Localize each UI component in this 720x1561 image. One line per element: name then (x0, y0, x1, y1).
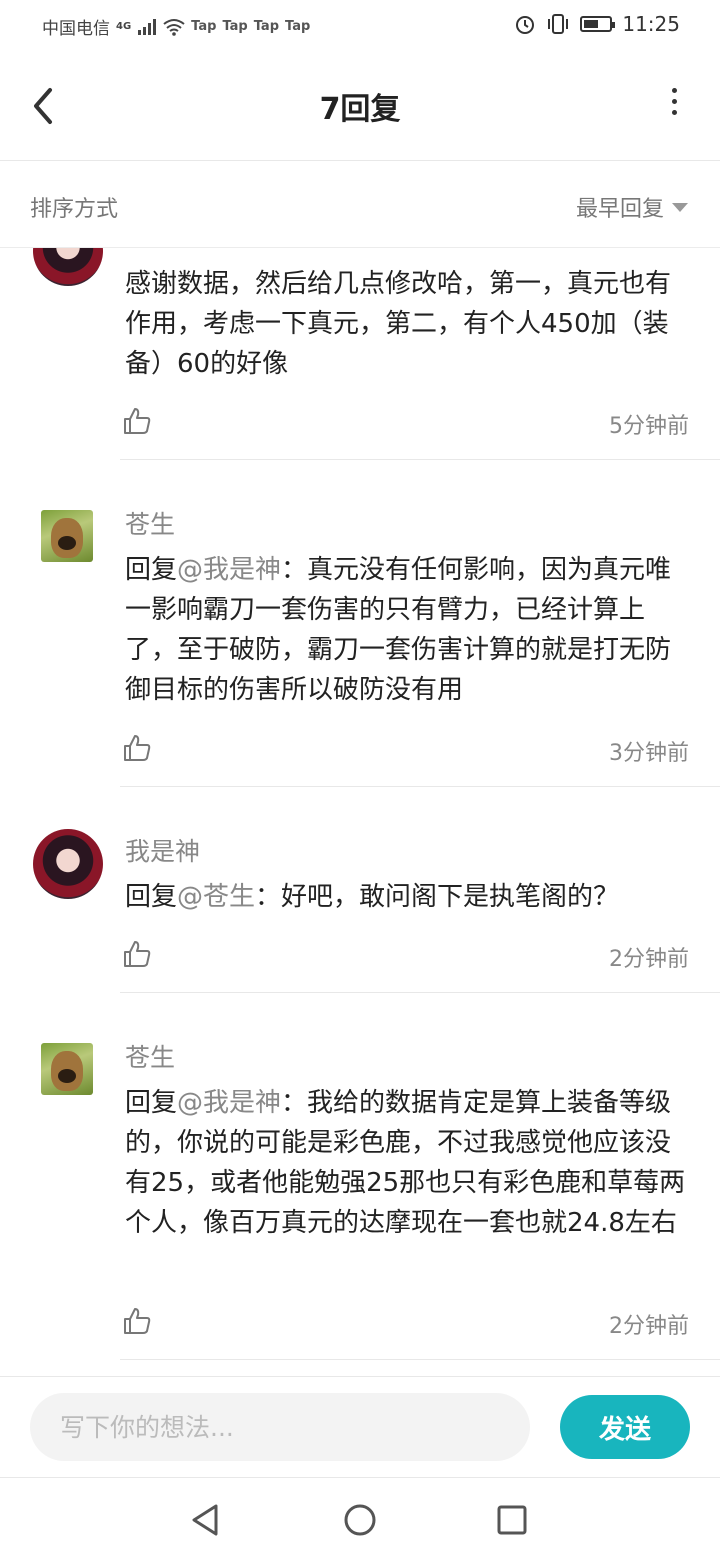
circle-home-icon[interactable] (340, 1500, 380, 1540)
reply-text: 回复@我是神：真元没有任何影响，因为真元唯一影响霸刀一套伤害的只有臂力，已经计算… (125, 550, 691, 710)
reply-mention[interactable]: @我是神 (177, 1088, 281, 1118)
sort-bar: 排序方式 最早回复 (0, 161, 720, 248)
alarm-icon (516, 16, 535, 34)
reply-time: 2分钟前 (609, 947, 689, 972)
thumbs-up-icon[interactable] (122, 1306, 152, 1336)
reply-prefix: 回复 (125, 1088, 178, 1118)
notification-tap-2: Tap (222, 19, 248, 34)
network-type: 4G (116, 21, 132, 32)
carrier-label: 中国电信 (42, 19, 110, 39)
triangle-back-icon[interactable] (186, 1500, 226, 1540)
reply-time: 2分钟前 (609, 1314, 689, 1339)
avatar[interactable] (33, 829, 103, 899)
reply-mention[interactable]: @我是神 (177, 555, 281, 585)
signal-icon (138, 18, 157, 35)
notification-tap-1: Tap (191, 19, 217, 34)
clock: 11:25 (622, 12, 680, 36)
dropdown-arrow-icon (672, 202, 688, 212)
reply-list[interactable]: 感谢数据，然后给几点修改哈，第一，真元也有作用，考虑一下真元，第二，有个人450… (0, 248, 720, 1376)
app-header: 7回复 (0, 52, 720, 161)
vibrate-icon (548, 14, 569, 34)
avatar[interactable] (33, 248, 103, 286)
wifi-icon (163, 18, 185, 36)
reply-prefix: 回复 (125, 882, 178, 912)
reply-time: 5分钟前 (609, 414, 689, 439)
composer-bar: 发送 (0, 1376, 720, 1477)
sort-dropdown[interactable]: 最早回复 (576, 191, 688, 223)
reply-text: 感谢数据，然后给几点修改哈，第一，真元也有作用，考虑一下真元，第二，有个人450… (125, 269, 672, 379)
reply-text: 回复@苍生：好吧，敢问阁下是执笔阁的？ (125, 877, 691, 917)
divider (120, 1359, 720, 1360)
avatar[interactable] (41, 510, 93, 562)
sort-label: 排序方式 (30, 197, 119, 222)
notification-tap-4: Tap (285, 19, 311, 34)
thumbs-up-icon[interactable] (122, 939, 152, 969)
more-vertical-icon[interactable] (664, 88, 684, 124)
author-name[interactable]: 苍生 (125, 505, 175, 541)
sort-selected-value: 最早回复 (575, 197, 664, 222)
send-button[interactable]: 发送 (560, 1395, 690, 1459)
thumbs-up-icon[interactable] (122, 406, 152, 436)
reply-mention[interactable]: @苍生 (177, 882, 255, 912)
author-name[interactable]: 我是神 (125, 832, 200, 868)
system-nav-bar (0, 1477, 720, 1561)
author-name[interactable]: 苍生 (125, 1038, 175, 1074)
square-recents-icon[interactable] (492, 1500, 532, 1540)
reply-input[interactable] (30, 1393, 530, 1461)
thumbs-up-icon[interactable] (122, 733, 152, 763)
reply-time: 3分钟前 (609, 741, 689, 766)
battery-icon (580, 16, 616, 32)
notification-tap-3: Tap (253, 19, 280, 34)
status-left: 中国电信 4G Tap Tap Tap Tap (42, 14, 310, 39)
reply-text: 回复@我是神：我给的数据肯定是算上装备等级的，你说的可能是彩色鹿，不过我感觉他应… (125, 1083, 691, 1243)
page-title: 7回复 (319, 92, 401, 127)
avatar[interactable] (41, 1043, 93, 1095)
status-right: 11:25 (514, 12, 680, 36)
divider (120, 786, 720, 787)
status-bar: 中国电信 4G Tap Tap Tap Tap 11:25 (0, 0, 720, 52)
reply-body: ：好吧，敢问阁下是执笔阁的？ (255, 882, 620, 912)
divider (120, 992, 720, 993)
divider (120, 459, 720, 460)
reply-prefix: 回复 (125, 555, 178, 585)
